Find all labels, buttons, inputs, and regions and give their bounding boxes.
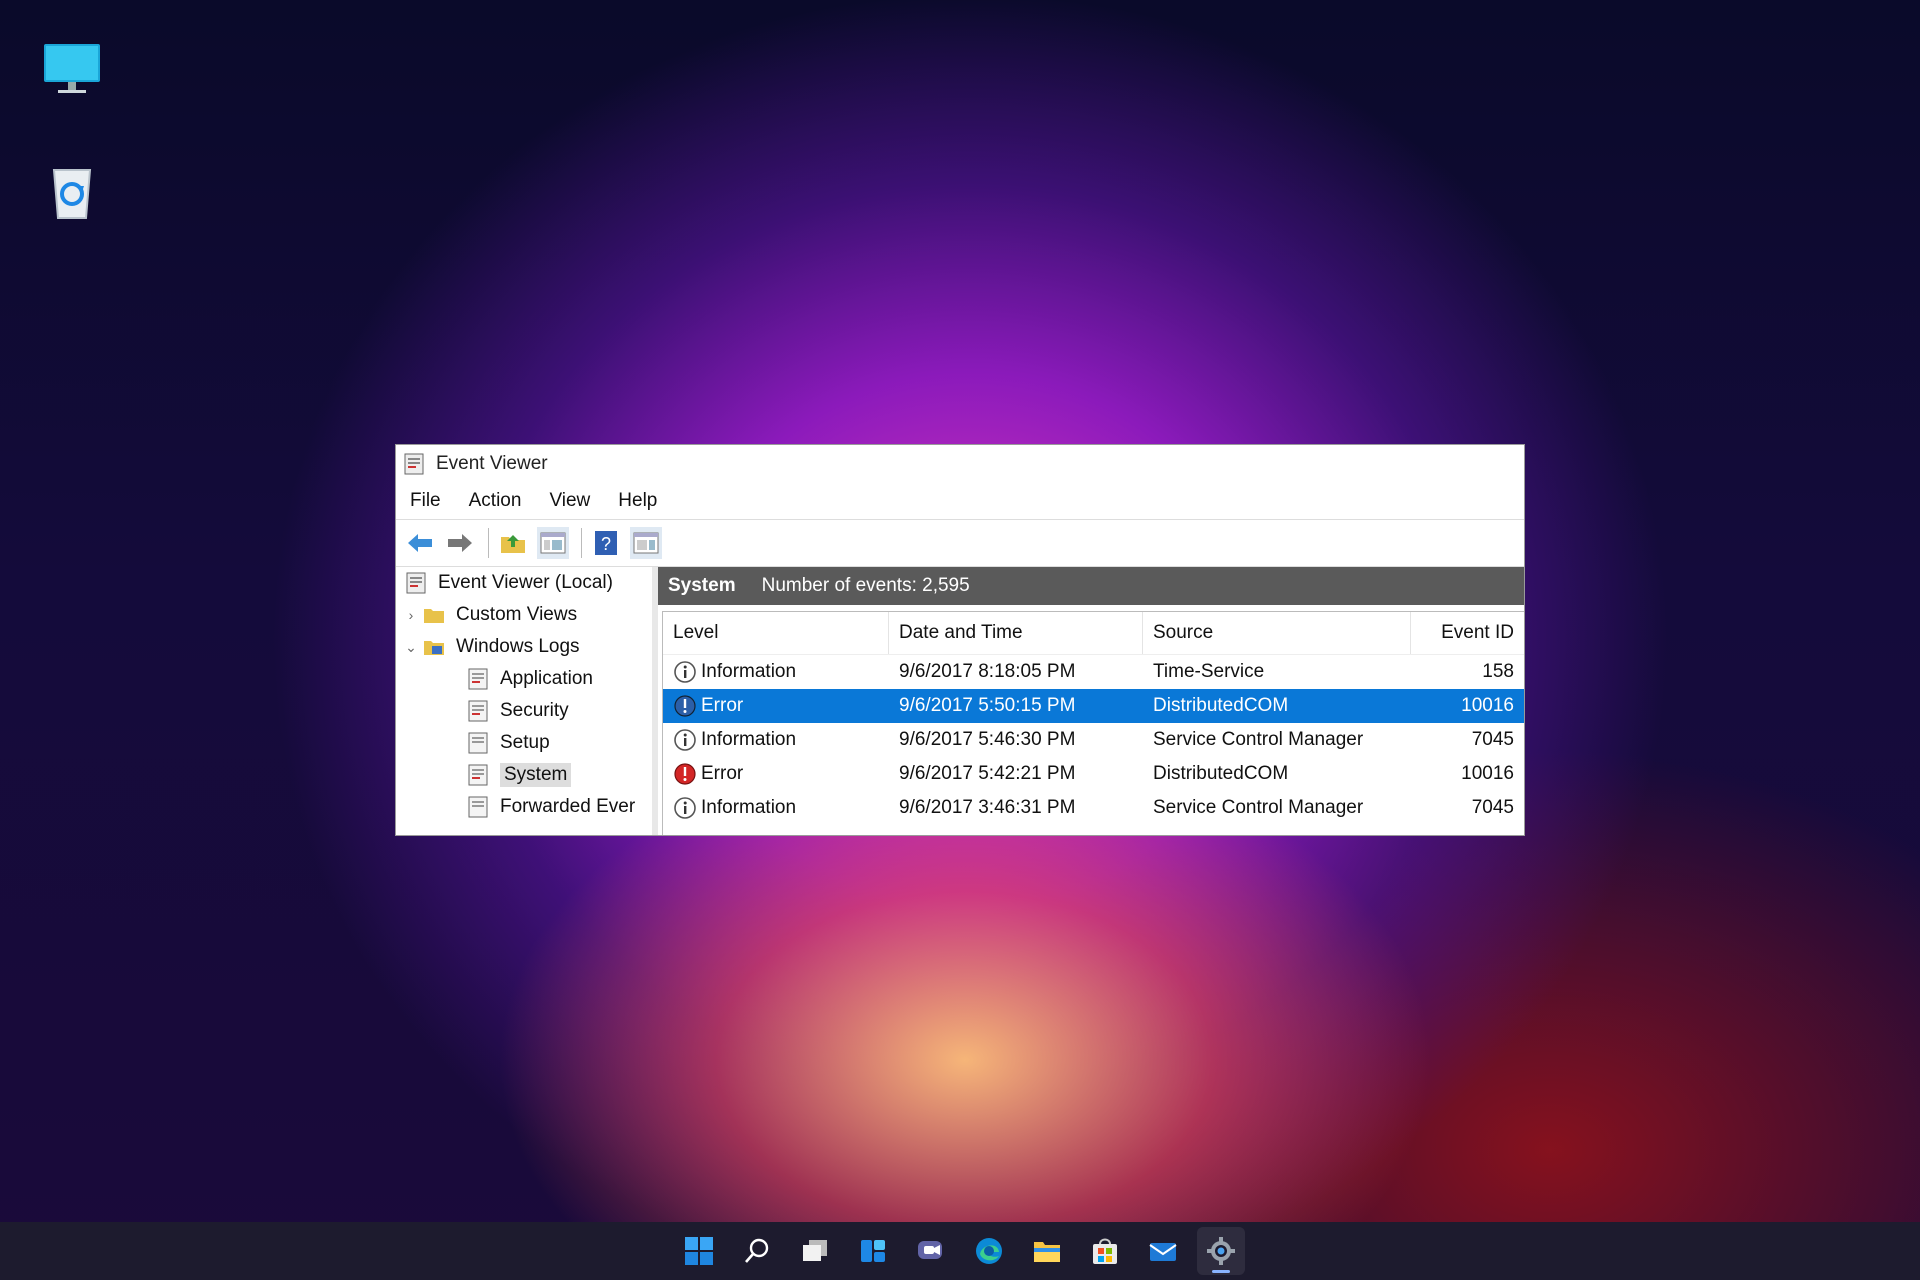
help-icon[interactable]: ? bbox=[590, 527, 622, 559]
menu-action[interactable]: Action bbox=[469, 490, 522, 512]
column-date-time[interactable]: Date and Time bbox=[889, 612, 1143, 654]
svg-text:?: ? bbox=[601, 534, 611, 554]
table-row[interactable]: Information 9/6/2017 5:46:30 PM Service … bbox=[663, 723, 1524, 757]
tree-item-root[interactable]: Event Viewer (Local) bbox=[396, 567, 652, 599]
row-source: Service Control Manager bbox=[1153, 797, 1364, 818]
start-icon[interactable] bbox=[675, 1227, 723, 1275]
row-level: Information bbox=[701, 797, 797, 818]
tree-label: Forwarded Ever bbox=[500, 796, 636, 817]
settings-icon[interactable] bbox=[1197, 1227, 1245, 1275]
row-date: 9/6/2017 5:42:21 PM bbox=[899, 763, 1076, 784]
taskbar bbox=[0, 1222, 1920, 1280]
tree-label: Windows Logs bbox=[456, 636, 580, 657]
tree-item-custom-views[interactable]: › Custom Views bbox=[396, 599, 652, 631]
tree-label: Security bbox=[500, 700, 569, 721]
table-header: Level Date and Time Source Event ID bbox=[663, 612, 1524, 655]
tree-label: Application bbox=[500, 668, 593, 689]
toolbar-separator bbox=[581, 528, 582, 558]
action-pane-icon[interactable] bbox=[630, 527, 662, 559]
folder-icon bbox=[424, 609, 444, 623]
menu-view[interactable]: View bbox=[549, 490, 590, 512]
toolbar-separator bbox=[488, 528, 489, 558]
menu-bar: File Action View Help bbox=[396, 483, 1524, 520]
tree-item-setup[interactable]: Setup bbox=[396, 727, 652, 759]
table-row[interactable]: Information 9/6/2017 8:18:05 PM Time-Ser… bbox=[663, 655, 1524, 689]
mail-icon[interactable] bbox=[1139, 1227, 1187, 1275]
row-event-id: 7045 bbox=[1471, 729, 1514, 750]
row-level: Error bbox=[701, 763, 744, 784]
event-viewer-app-icon bbox=[404, 453, 424, 475]
information-icon bbox=[674, 729, 696, 751]
events-table: Level Date and Time Source Event ID Info… bbox=[662, 611, 1524, 835]
menu-help[interactable]: Help bbox=[618, 490, 657, 512]
row-event-id: 10016 bbox=[1461, 695, 1514, 716]
error-icon bbox=[674, 695, 696, 717]
edge-icon[interactable] bbox=[965, 1227, 1013, 1275]
row-event-id: 10016 bbox=[1461, 763, 1514, 784]
table-row[interactable]: Error 9/6/2017 5:42:21 PM DistributedCOM… bbox=[663, 757, 1524, 791]
log-name: System bbox=[668, 575, 736, 596]
row-level: Error bbox=[701, 695, 744, 716]
title-bar[interactable]: Event Viewer bbox=[396, 445, 1524, 483]
back-arrow-icon[interactable] bbox=[404, 527, 436, 559]
window-title: Event Viewer bbox=[436, 453, 548, 474]
toolbar: ? bbox=[396, 520, 1524, 567]
folder-logs-icon bbox=[424, 641, 444, 655]
row-event-id: 158 bbox=[1482, 661, 1514, 682]
row-source: DistributedCOM bbox=[1153, 695, 1289, 716]
tree-label: Event Viewer (Local) bbox=[438, 572, 613, 593]
row-event-id: 7045 bbox=[1471, 797, 1514, 818]
row-source: DistributedCOM bbox=[1153, 763, 1289, 784]
store-icon[interactable] bbox=[1081, 1227, 1129, 1275]
monitor-icon[interactable] bbox=[40, 38, 104, 102]
column-source[interactable]: Source bbox=[1143, 612, 1411, 654]
show-hide-tree-icon[interactable] bbox=[537, 527, 569, 559]
tree-item-security[interactable]: Security bbox=[396, 695, 652, 727]
tree-item-application[interactable]: Application bbox=[396, 663, 652, 695]
teams-chat-icon[interactable] bbox=[907, 1227, 955, 1275]
task-view-icon[interactable] bbox=[791, 1227, 839, 1275]
navigation-tree: Event Viewer (Local) › Custom Views ⌄ Wi… bbox=[396, 567, 658, 835]
event-viewer-local-icon bbox=[406, 572, 426, 594]
search-icon[interactable] bbox=[733, 1227, 781, 1275]
row-source: Time-Service bbox=[1153, 661, 1265, 682]
recycle-bin-icon[interactable] bbox=[40, 160, 104, 224]
row-date: 9/6/2017 8:18:05 PM bbox=[899, 661, 1076, 682]
file-explorer-icon[interactable] bbox=[1023, 1227, 1071, 1275]
log-icon bbox=[468, 732, 488, 754]
information-icon bbox=[674, 797, 696, 819]
tree-item-system[interactable]: System bbox=[396, 759, 652, 791]
error-icon bbox=[674, 763, 696, 785]
row-level: Information bbox=[701, 661, 797, 682]
widgets-icon[interactable] bbox=[849, 1227, 897, 1275]
folder-up-icon[interactable] bbox=[497, 527, 529, 559]
row-date: 9/6/2017 3:46:31 PM bbox=[899, 797, 1076, 818]
events-pane: System Number of events: 2,595 Level Dat… bbox=[658, 567, 1524, 835]
pane-header: System Number of events: 2,595 bbox=[658, 567, 1524, 605]
event-count: Number of events: 2,595 bbox=[761, 575, 970, 596]
column-level[interactable]: Level bbox=[663, 612, 889, 654]
column-event-id[interactable]: Event ID bbox=[1411, 612, 1524, 654]
row-source: Service Control Manager bbox=[1153, 729, 1364, 750]
table-row-selected[interactable]: Error 9/6/2017 5:50:15 PM DistributedCOM… bbox=[663, 689, 1524, 723]
information-icon bbox=[674, 661, 696, 683]
forward-arrow-icon[interactable] bbox=[444, 527, 476, 559]
tree-label: System bbox=[500, 763, 572, 787]
tree-label: Setup bbox=[500, 732, 550, 753]
table-row[interactable]: Information 9/6/2017 3:46:31 PM Service … bbox=[663, 791, 1524, 825]
log-icon bbox=[468, 668, 488, 690]
chevron-right-icon[interactable]: › bbox=[400, 607, 422, 623]
row-date: 9/6/2017 5:46:30 PM bbox=[899, 729, 1076, 750]
tree-label: Custom Views bbox=[456, 604, 578, 625]
log-icon bbox=[468, 796, 488, 818]
tree-item-windows-logs[interactable]: ⌄ Windows Logs bbox=[396, 631, 652, 663]
chevron-down-icon[interactable]: ⌄ bbox=[400, 639, 422, 656]
event-viewer-window: Event Viewer File Action View Help ? Eve… bbox=[396, 445, 1524, 835]
log-icon bbox=[468, 764, 488, 786]
log-icon bbox=[468, 700, 488, 722]
row-level: Information bbox=[701, 729, 797, 750]
menu-file[interactable]: File bbox=[410, 490, 441, 512]
row-date: 9/6/2017 5:50:15 PM bbox=[899, 695, 1076, 716]
tree-item-forwarded-events[interactable]: Forwarded Ever bbox=[396, 791, 652, 823]
